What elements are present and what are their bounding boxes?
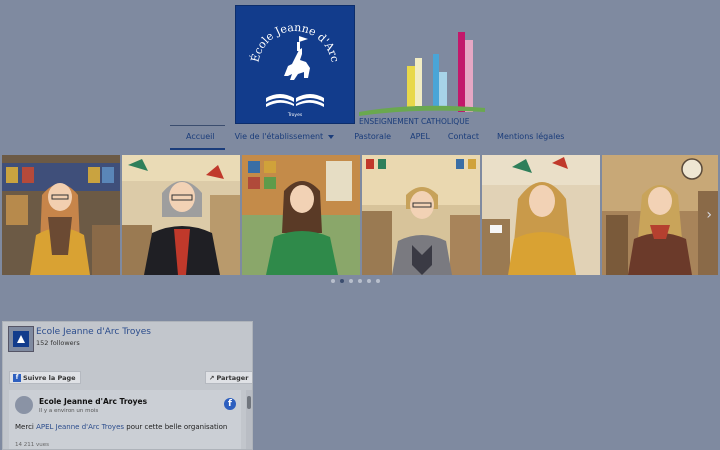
followers-count: 152 followers	[36, 339, 80, 347]
share-label: Partager	[216, 374, 249, 382]
carousel-slide	[362, 155, 480, 275]
image-carousel[interactable]: ›	[2, 155, 718, 275]
enseignement-catholique-logo[interactable]: ENSEIGNEMENT CATHOLIQUE	[355, 28, 490, 128]
nav-accueil[interactable]: Accueil	[170, 124, 225, 150]
colored-bars-icon	[359, 32, 485, 116]
carousel-slide	[242, 155, 360, 275]
carousel-dot[interactable]	[367, 279, 371, 283]
post-views: 14 211 vues	[15, 442, 49, 448]
carousel-next-arrow-icon[interactable]: ›	[706, 207, 712, 223]
school-logo-city: Troyes	[287, 112, 303, 118]
school-logo-text: École Jeanne d'Arc	[247, 21, 341, 64]
carousel-dot[interactable]	[349, 279, 353, 283]
facebook-post: Ecole Jeanne d'Arc Troyes Il y a environ…	[9, 390, 241, 449]
facebook-logo-icon[interactable]: f	[224, 398, 236, 410]
chevron-down-icon	[328, 134, 335, 139]
nav-apel[interactable]: APEL	[401, 126, 439, 148]
school-logo[interactable]: École Jeanne d'Arc Troyes	[235, 5, 355, 124]
post-text-before: Merci	[15, 423, 37, 431]
joan-horse-icon	[284, 36, 310, 80]
post-text: Merci APEL Jeanne d'Arc Troyes pour cett…	[15, 423, 227, 431]
nav-vie-etablissement[interactable]: Vie de l'établissement	[225, 126, 344, 148]
follow-page-button[interactable]: f Suivre la Page	[9, 371, 81, 384]
post-text-after: pour cette belle organisation	[124, 423, 228, 431]
facebook-page-widget: Ecole Jeanne d'Arc Troyes 152 followers …	[2, 321, 253, 450]
share-icon: ↗	[209, 374, 215, 382]
follow-page-label: Suivre la Page	[23, 374, 76, 382]
carousel-dot[interactable]	[376, 279, 380, 283]
carousel-dot-active[interactable]	[340, 279, 344, 283]
carousel-dot[interactable]	[331, 279, 335, 283]
carousel-slide	[482, 155, 600, 275]
carousel-slide	[602, 155, 718, 275]
post-author-avatar[interactable]	[15, 396, 33, 414]
widget-scrollbar[interactable]	[246, 390, 252, 449]
carousel-indicators	[331, 279, 380, 283]
share-button[interactable]: ↗ Partager	[205, 371, 252, 384]
nav-pastorale[interactable]: Pastorale	[343, 126, 401, 148]
post-timestamp[interactable]: Il y a environ un mois	[39, 408, 98, 414]
scrollbar-thumb[interactable]	[247, 396, 251, 409]
catholic-logo-text: ENSEIGNEMENT CATHOLIQUE	[359, 117, 470, 126]
carousel-dot[interactable]	[358, 279, 362, 283]
page-name-link[interactable]: Ecole Jeanne d'Arc Troyes	[36, 327, 151, 337]
main-nav: Accueil Vie de l'établissement Pastorale…	[170, 124, 573, 150]
page-avatar[interactable]	[8, 326, 34, 352]
carousel-slide	[2, 155, 120, 275]
nav-mentions-legales[interactable]: Mentions légales	[488, 126, 573, 148]
post-mention-link[interactable]: APEL Jeanne d'Arc Troyes	[36, 423, 124, 431]
book-icon	[266, 94, 324, 107]
nav-vie-label: Vie de l'établissement	[234, 132, 324, 141]
facebook-f-icon: f	[13, 374, 21, 382]
nav-contact[interactable]: Contact	[439, 126, 488, 148]
carousel-slide	[122, 155, 240, 275]
post-author-name[interactable]: Ecole Jeanne d'Arc Troyes	[39, 397, 147, 406]
